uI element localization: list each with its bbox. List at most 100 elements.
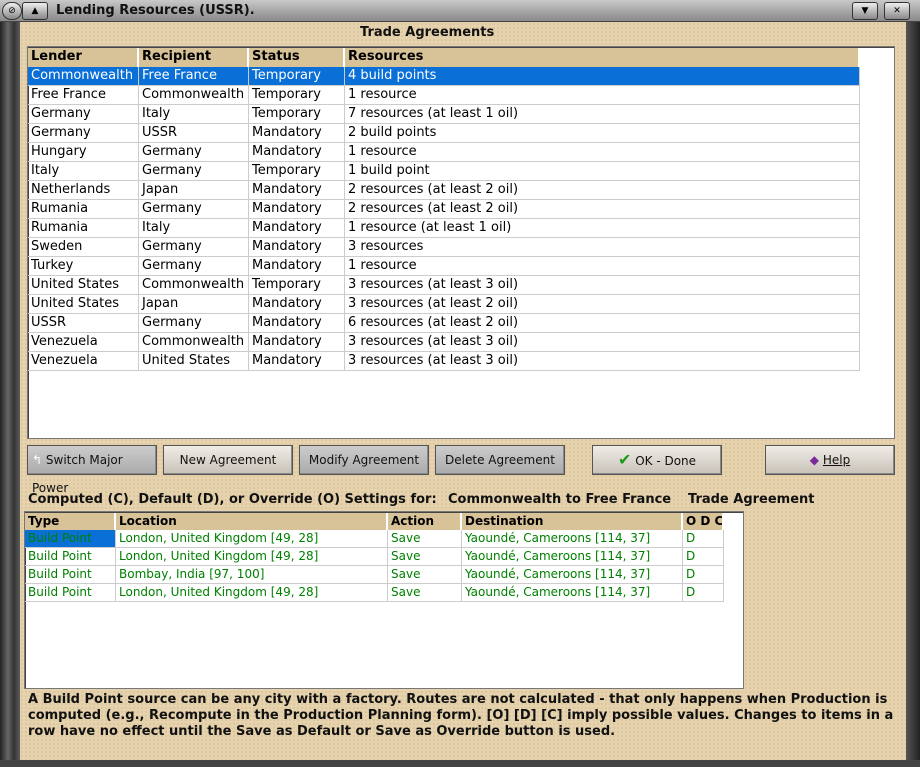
settings-cell-0: Build Point	[25, 584, 116, 602]
trade-row[interactable]: Italy Germany Temporary 1 build point	[28, 162, 860, 181]
trade-cell-0: USSR	[28, 314, 139, 333]
trade-cell-0: Italy	[28, 162, 139, 181]
trade-row[interactable]: Netherlands Japan Mandatory 2 resources (at…	[28, 181, 860, 200]
trade-cell-2: Mandatory	[249, 219, 345, 238]
settings-cell-1: London, United Kingdom [49, 28]	[116, 584, 388, 602]
trade-cell-1: Germany	[139, 238, 249, 257]
checkmark-icon: ✔	[617, 450, 632, 469]
trade-cell-0: Hungary	[28, 143, 139, 162]
settings-row[interactable]: Build Point Bombay, India [97, 100] Save Ya…	[25, 566, 724, 584]
trade-cell-1: Italy	[139, 219, 249, 238]
trade-cell-header-0[interactable]: Lender	[28, 48, 139, 67]
trade-agreements-table[interactable]: Lender Recipient Status Resources Commonweal…	[27, 46, 895, 439]
trade-row[interactable]: Venezuela United States Mandatory 3 resourc…	[28, 352, 860, 371]
trade-cell-header-2[interactable]: Status	[249, 48, 345, 67]
trade-row[interactable]: Venezuela Commonwealth Mandatory 3 resource…	[28, 333, 860, 352]
trade-cell-1: USSR	[139, 124, 249, 143]
minimize-button[interactable]: ▼	[852, 2, 878, 20]
trade-cell-2: Temporary	[249, 86, 345, 105]
title-bar: ⊘ ▲ Lending Resources (USSR). ▼ ✕	[0, 0, 920, 22]
trade-row[interactable]: Rumania Germany Mandatory 2 resources (at l…	[28, 200, 860, 219]
trade-row[interactable]: Commonwealth Free France Temporary 4 build …	[28, 67, 860, 86]
settings-cell-0: Build Point	[25, 566, 116, 584]
trade-cell-0: Turkey	[28, 257, 139, 276]
trade-cell-1: Germany	[139, 143, 249, 162]
settings-table[interactable]: Type Location Action Destination O D C Build …	[24, 511, 744, 689]
trade-row[interactable]: Turkey Germany Mandatory 1 resource	[28, 257, 860, 276]
settings-cell-4: D	[683, 548, 724, 566]
trade-cell-1: Japan	[139, 295, 249, 314]
ok-label: OK - Done	[635, 454, 697, 468]
trade-row[interactable]: Hungary Germany Mandatory 1 resource	[28, 143, 860, 162]
delete-agreement-button[interactable]: Delete Agreement	[435, 445, 565, 475]
settings-cell-1: London, United Kingdom [49, 28]	[116, 530, 388, 548]
help-button[interactable]: ◆ Help	[765, 445, 895, 475]
settings-cell-header-0[interactable]: Type	[25, 513, 116, 530]
settings-cell-header-3[interactable]: Destination	[462, 513, 683, 530]
trade-cell-3: 3 resources (at least 2 oil)	[345, 295, 860, 314]
trade-cell-0: Germany	[28, 105, 139, 124]
trade-row[interactable]: United States Commonwealth Temporary 3 reso…	[28, 276, 860, 295]
trade-cell-0: Sweden	[28, 238, 139, 257]
trade-row[interactable]: Rumania Italy Mandatory 1 resource (at leas…	[28, 219, 860, 238]
trade-cell-1: Commonwealth	[139, 276, 249, 295]
trade-cell-header-1[interactable]: Recipient	[139, 48, 249, 67]
trade-cell-3: 2 resources (at least 2 oil)	[345, 200, 860, 219]
trade-cell-3: 6 resources (at least 2 oil)	[345, 314, 860, 333]
trade-cell-0: Venezuela	[28, 352, 139, 371]
settings-cell-0: Build Point	[25, 548, 116, 566]
close-button[interactable]: ✕	[884, 2, 910, 20]
new-agreement-button[interactable]: New Agreement	[163, 445, 293, 475]
trade-cell-3: 3 resources (at least 3 oil)	[345, 352, 860, 371]
system-menu-icon[interactable]: ⊘	[2, 2, 22, 20]
trade-row[interactable]: Sweden Germany Mandatory 3 resources	[28, 238, 860, 257]
trade-cell-0: United States	[28, 295, 139, 314]
settings-kind: Trade Agreement	[688, 492, 815, 507]
settings-cell-3: Yaoundé, Cameroons [114, 37]	[462, 530, 683, 548]
trade-cell-1: Commonwealth	[139, 333, 249, 352]
trade-row[interactable]: USSR Germany Mandatory 6 resources (at leas…	[28, 314, 860, 333]
settings-row[interactable]: Build Point London, United Kingdom [49, 2…	[25, 530, 724, 548]
settings-subject: Commonwealth to Free France	[448, 492, 672, 507]
trade-row[interactable]: Free France Commonwealth Temporary 1 resour…	[28, 86, 860, 105]
ok-done-button[interactable]: ✔ OK - Done	[592, 445, 722, 475]
trade-cell-1: United States	[139, 352, 249, 371]
settings-cell-3: Yaoundé, Cameroons [114, 37]	[462, 548, 683, 566]
trade-cell-3: 2 resources (at least 2 oil)	[345, 181, 860, 200]
trade-cell-2: Temporary	[249, 162, 345, 181]
trade-cell-2: Temporary	[249, 276, 345, 295]
trade-cell-0: Rumania	[28, 200, 139, 219]
trade-cell-3: 1 resource	[345, 143, 860, 162]
settings-cell-1: London, United Kingdom [49, 28]	[116, 548, 388, 566]
collapse-button[interactable]: ▲	[22, 2, 48, 20]
trade-cell-2: Mandatory	[249, 314, 345, 333]
trade-cell-0: Germany	[28, 124, 139, 143]
settings-row[interactable]: Build Point London, United Kingdom [49, 2…	[25, 584, 724, 602]
trade-cell-1: Italy	[139, 105, 249, 124]
trade-cell-3: 3 resources (at least 3 oil)	[345, 276, 860, 295]
settings-cell-2: Save	[388, 584, 462, 602]
settings-row[interactable]: Build Point London, United Kingdom [49, 2…	[25, 548, 724, 566]
help-label: Help	[822, 453, 851, 467]
trade-cell-1: Commonwealth	[139, 86, 249, 105]
trade-cell-0: United States	[28, 276, 139, 295]
trade-cell-0: Rumania	[28, 219, 139, 238]
window-title: Lending Resources (USSR).	[56, 3, 255, 18]
modify-agreement-button[interactable]: Modify Agreement	[299, 445, 429, 475]
trade-cell-3: 3 resources (at least 3 oil)	[345, 333, 860, 352]
trade-cell-1: Japan	[139, 181, 249, 200]
right-frame	[906, 22, 920, 767]
trade-cell-1: Free France	[139, 67, 249, 86]
settings-cell-header-4[interactable]: O D C	[683, 513, 724, 530]
settings-cell-header-2[interactable]: Action	[388, 513, 462, 530]
trade-cell-header-3[interactable]: Resources	[345, 48, 860, 67]
switch-major-power-button[interactable]: ↰ Switch Major Power	[27, 445, 157, 495]
bottom-frame	[0, 760, 920, 767]
settings-cell-header-1[interactable]: Location	[116, 513, 388, 530]
trade-row[interactable]: Germany Italy Temporary 7 resources (at lea…	[28, 105, 860, 124]
trade-row[interactable]: United States Japan Mandatory 3 resources (…	[28, 295, 860, 314]
trade-row[interactable]: Germany USSR Mandatory 2 build points	[28, 124, 860, 143]
trade-agreements-title: Trade Agreements	[360, 25, 495, 40]
trade-cell-2: Mandatory	[249, 295, 345, 314]
trade-cell-2: Mandatory	[249, 181, 345, 200]
